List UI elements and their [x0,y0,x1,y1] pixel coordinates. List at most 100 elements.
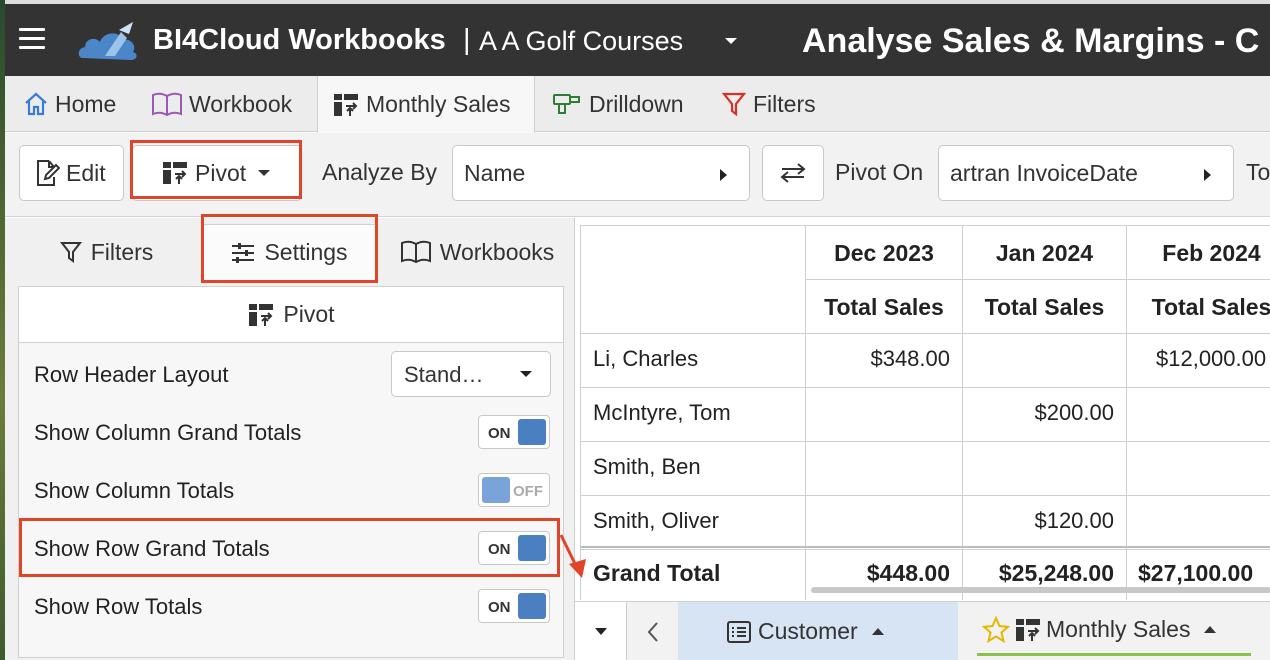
row-header[interactable]: Li, Charles [581,334,806,388]
chevron-left-icon [647,621,658,642]
toggle-state: ON [488,541,511,558]
grid-corner [581,226,806,334]
tab-label: Filters [90,238,154,265]
chevron-down-icon [594,628,607,635]
setting-row-header-layout: Row Header Layout Stand… [19,345,563,403]
grid-cell[interactable] [806,442,963,496]
pivot-label: Pivot [195,159,247,186]
swap-arrows-icon [780,163,806,183]
tab-label: Settings [264,239,348,265]
caret-right-icon [720,169,727,181]
sheet-tab-monthly-sales[interactable]: Monthly Sales [977,606,1251,656]
grid-cell[interactable]: $200.00 [963,388,1127,442]
filter-icon [721,92,747,117]
edit-icon [37,160,60,186]
grid-cell[interactable]: $348.00 [806,334,963,388]
grid-cell[interactable]: $120.00 [963,496,1127,550]
tab-drilldown[interactable]: Drilldown [551,76,684,132]
book-icon [152,92,182,117]
side-panel: Filters Settings Workbooks Pivot Row Hea… [5,218,575,660]
column-header-measure[interactable]: Total Sales [806,280,963,334]
grid-cell[interactable] [806,496,963,550]
section-title: Pivot [283,301,335,327]
grid-cell[interactable] [1127,442,1270,496]
edit-label: Edit [66,159,106,186]
app-window: BI4Cloud Workbooks | A A Golf Courses An… [0,0,1270,660]
book-icon [400,240,431,264]
toggle-state: ON [488,425,511,442]
list-icon [727,620,751,643]
column-header-month[interactable]: Jan 2024 [963,226,1127,280]
row-header[interactable]: Smith, Oliver [581,496,806,550]
sliders-icon [232,242,255,263]
analyze-by-label: Analyze By [322,159,438,185]
pivot-button[interactable]: Pivot [132,145,302,201]
grid-cell[interactable] [963,442,1127,496]
menu-icon[interactable] [19,28,45,50]
company-dropdown-icon[interactable] [725,38,737,44]
column-header-measure[interactable]: Total Sales [963,280,1127,334]
grand-total-row-header[interactable]: Grand Total [581,546,806,600]
swap-button[interactable] [762,145,824,201]
setting-label: Show Row Totals [34,594,203,619]
tab-label: Workbook [189,90,293,117]
tab-home[interactable]: Home [23,76,116,132]
tab-panel-filters[interactable]: Filters [13,224,199,280]
column-header-measure[interactable]: Total Sales [1127,280,1270,334]
sheet-menu-button[interactable] [575,602,627,660]
filter-icon [59,242,82,263]
setting-row-row-grand-totals: Show Row Grand Totals ON [19,519,563,577]
tab-workbook[interactable]: Workbook [151,76,292,132]
sheet-tab-customer[interactable]: Customer [678,602,958,660]
pivot-icon [334,93,358,116]
setting-label: Show Row Grand Totals [34,536,270,561]
toggle-state: OFF [513,483,543,500]
row-header[interactable]: McIntyre, Tom [581,388,806,442]
horizontal-scrollbar[interactable] [811,587,1270,593]
sheet-scroll-left-button[interactable] [628,602,678,660]
tab-panel-settings[interactable]: Settings [201,224,377,280]
annotation-arrow-icon [559,534,586,578]
main-tab-bar: Home Workbook Monthly Sales Drilldown Fi… [5,76,1270,133]
company-name[interactable]: A A Golf Courses [479,26,683,57]
toggle-knob [482,477,510,503]
column-header-month[interactable]: Dec 2023 [806,226,963,280]
setting-row-column-grand-totals: Show Column Grand Totals ON [19,403,563,461]
chevron-down-icon [520,371,532,377]
column-totals-toggle[interactable]: OFF [478,473,550,507]
column-header-month[interactable]: Feb 2024 [1127,226,1270,280]
tab-label: Filters [753,90,816,117]
setting-label: Show Column Grand Totals [34,420,302,445]
row-totals-toggle[interactable]: ON [478,589,550,623]
pivot-on-select[interactable]: artran InvoiceDate [938,145,1234,201]
star-icon[interactable] [982,615,1010,644]
grid-cell[interactable] [1127,496,1270,550]
pivot-icon [249,303,274,326]
tab-panel-workbooks[interactable]: Workbooks [387,224,567,280]
chevron-down-icon [258,170,271,176]
grid-cell[interactable]: $12,000.00 [1127,334,1270,388]
setting-label: Show Column Totals [34,478,235,503]
pivot-icon [1016,618,1040,641]
grid-cell[interactable] [963,334,1127,388]
grid-cell[interactable] [1127,388,1270,442]
row-header[interactable]: Smith, Ben [581,442,806,496]
row-grand-totals-toggle[interactable]: ON [478,531,550,565]
pivot-on-label: Pivot On [835,159,924,185]
toggle-state: ON [488,599,511,616]
toggle-knob [518,593,546,619]
sheet-tab-bar: Customer Monthly Sales [575,601,1270,660]
cloud-logo-icon [78,22,137,60]
row-header-layout-dropdown[interactable]: Stand… [391,351,551,397]
tab-filters[interactable]: Filters [721,76,816,132]
analyze-by-select[interactable]: Name [452,145,750,201]
tab-label: Home [55,90,117,117]
chevron-up-icon [871,628,884,635]
column-grand-totals-toggle[interactable]: ON [478,415,550,449]
page-title: Analyse Sales & Margins - C [802,22,1260,60]
dropdown-value: Stand… [404,362,484,387]
edit-button[interactable]: Edit [19,145,124,201]
tab-monthly-sales[interactable]: Monthly Sales [317,76,535,133]
grid-cell[interactable] [806,388,963,442]
pivot-grid: Dec 2023 Jan 2024 Feb 2024 Total Sales T… [580,225,1270,600]
